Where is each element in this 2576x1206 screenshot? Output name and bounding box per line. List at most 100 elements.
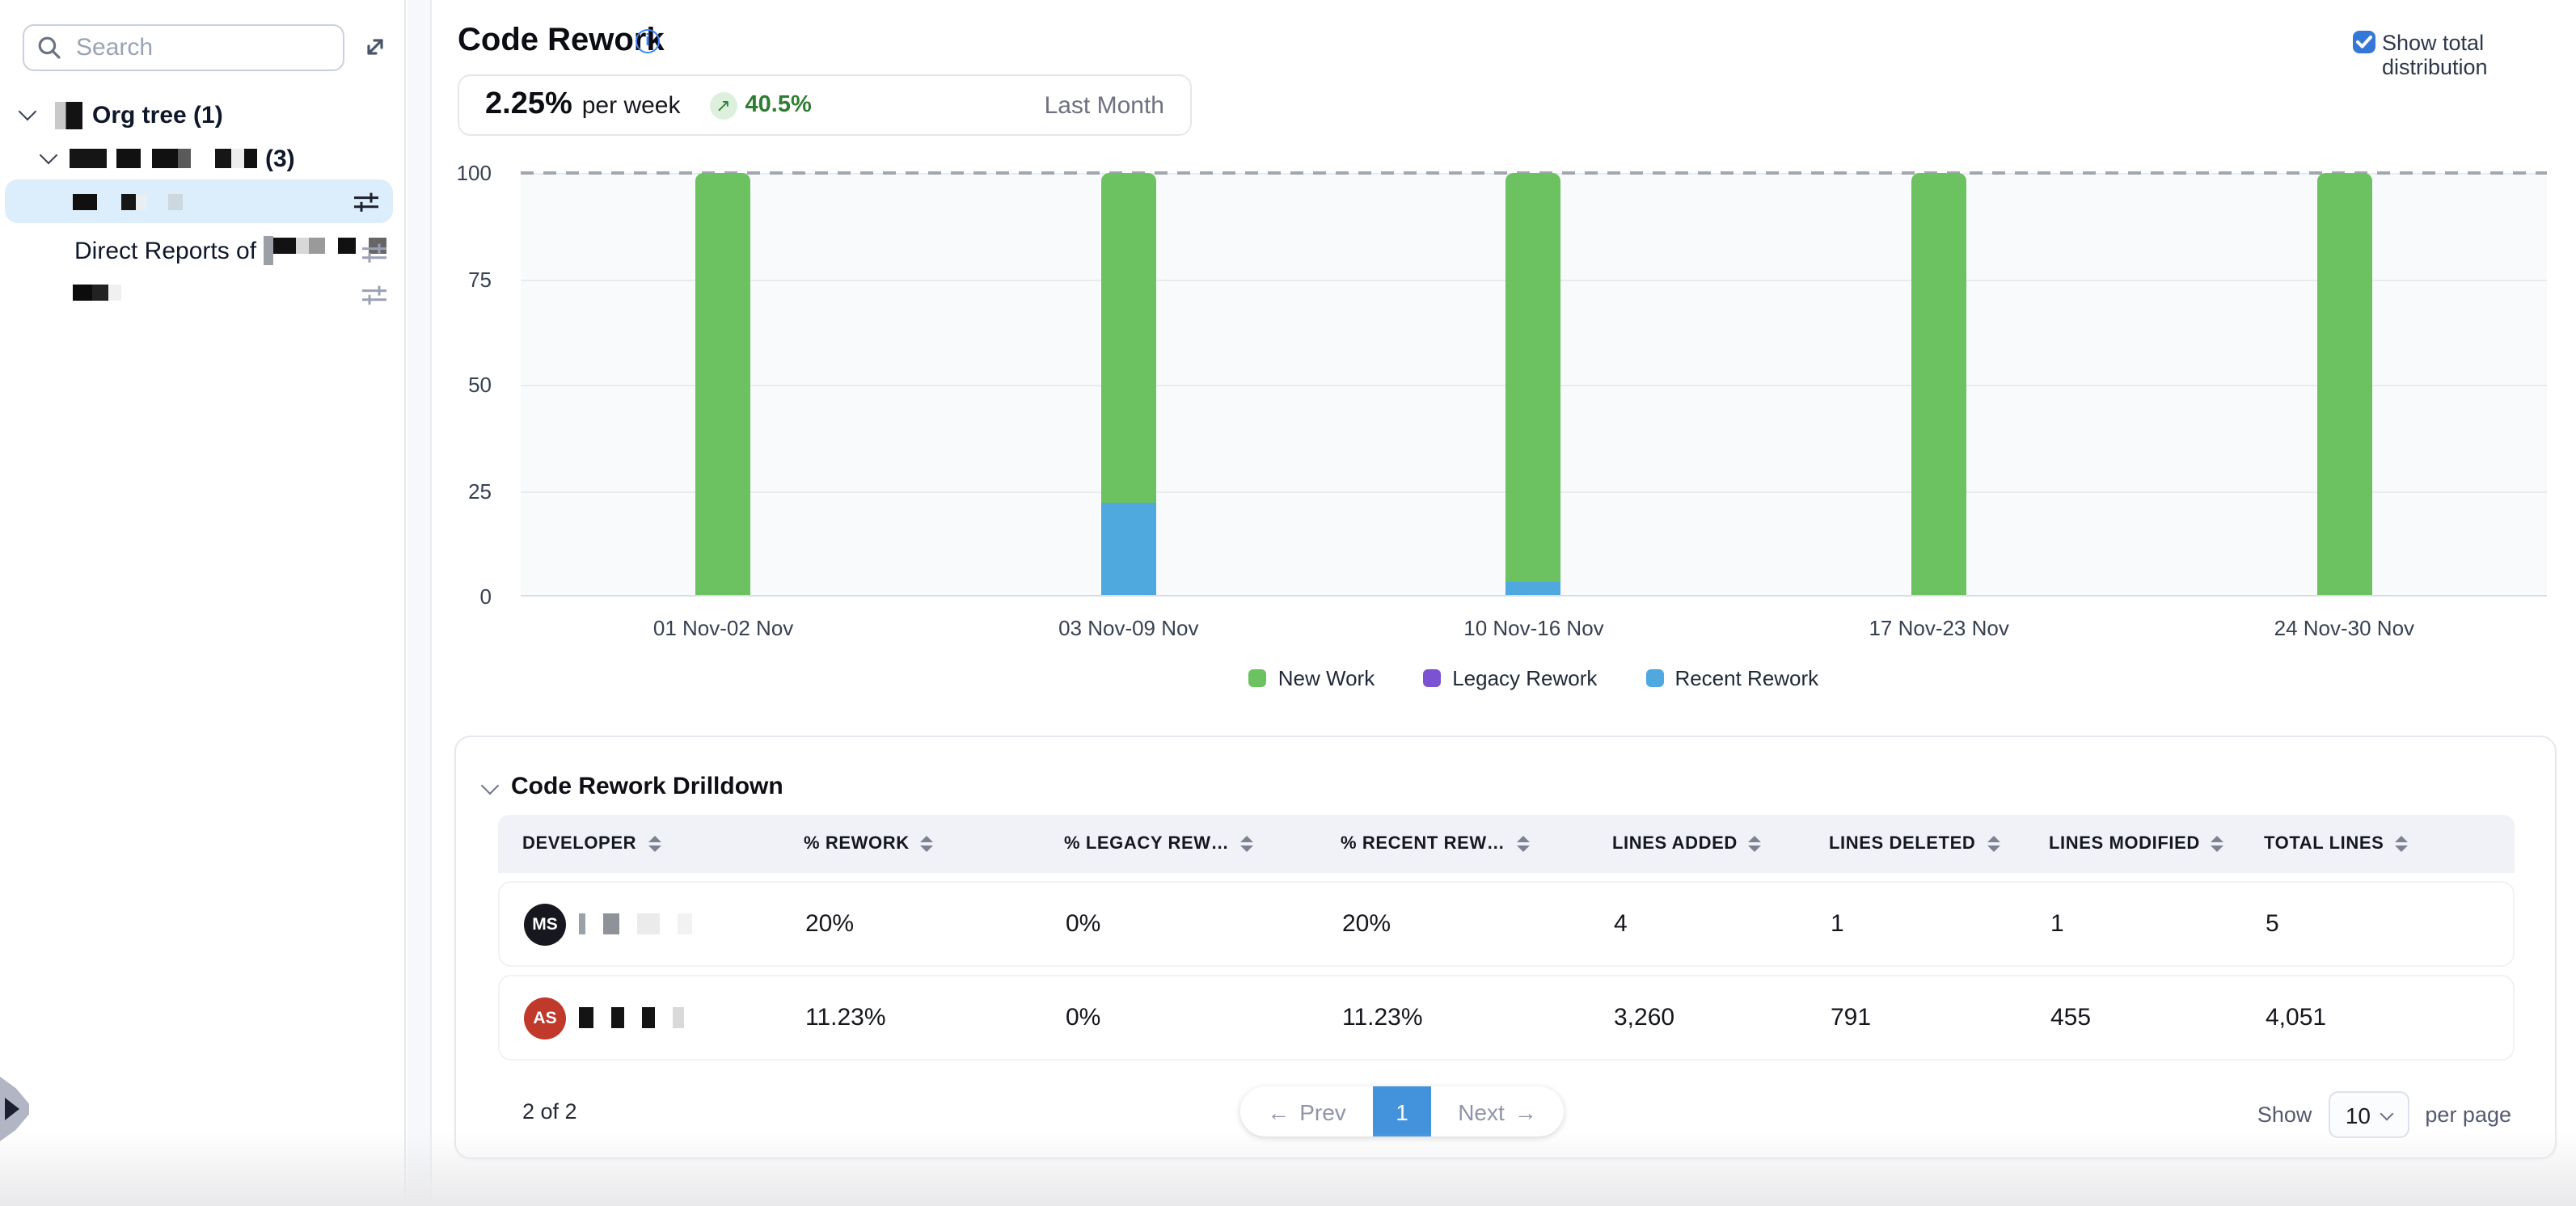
table-cell: 791 bbox=[1831, 1004, 2050, 1031]
table-cell: 3,260 bbox=[1614, 1004, 1831, 1031]
column-header[interactable]: Lines Deleted bbox=[1829, 834, 2049, 854]
per-page-label: per page bbox=[2425, 1103, 2511, 1127]
sort-icon[interactable] bbox=[1240, 836, 1253, 852]
sort-icon[interactable] bbox=[2211, 836, 2224, 852]
avatar: AS bbox=[524, 997, 566, 1039]
table-row[interactable]: MS20%0%20%4115 bbox=[498, 881, 2515, 967]
rework-rate-value: 2.25% bbox=[485, 87, 572, 123]
column-header-label: % Rework bbox=[804, 834, 910, 854]
sort-icon[interactable] bbox=[1987, 836, 2000, 852]
y-tick-label: 0 bbox=[480, 584, 492, 609]
tree-row-direct-reports[interactable]: Direct Reports of bbox=[74, 233, 393, 268]
next-page-button[interactable]: Next → bbox=[1431, 1086, 1564, 1136]
column-header[interactable]: % Rework bbox=[804, 834, 1064, 854]
sort-icon[interactable] bbox=[1516, 836, 1529, 852]
redacted-name-block bbox=[295, 237, 308, 253]
tree-row-member[interactable] bbox=[73, 278, 121, 307]
sort-icon[interactable] bbox=[648, 836, 661, 852]
bar-slot bbox=[1737, 173, 2142, 595]
y-tick-label: 25 bbox=[468, 479, 492, 503]
chart-plot bbox=[521, 173, 2547, 597]
current-page-button[interactable]: 1 bbox=[1373, 1086, 1431, 1136]
expand-sidebar-icon[interactable] bbox=[361, 32, 390, 61]
page-size-value: 10 bbox=[2346, 1102, 2371, 1128]
page-size-control: Show 10 per page bbox=[2257, 1091, 2511, 1138]
chevron-down-icon[interactable] bbox=[19, 103, 37, 121]
column-header[interactable]: Lines Added bbox=[1612, 834, 1829, 854]
filter-sliders-icon[interactable] bbox=[362, 242, 386, 264]
drilldown-title: Code Rework Drilldown bbox=[511, 773, 783, 800]
direct-reports-label: Direct Reports of bbox=[74, 237, 256, 264]
app-window: Org tree (1) (3) Direct Reports of bbox=[0, 0, 2576, 1206]
tree-row-selected[interactable] bbox=[5, 179, 393, 223]
legend-label: New Work bbox=[1278, 666, 1375, 690]
bar-segment-new-work[interactable] bbox=[2316, 173, 2371, 595]
column-header[interactable]: Lines Modified bbox=[2049, 834, 2264, 854]
table-cell: 0% bbox=[1066, 910, 1342, 938]
stacked-bar[interactable] bbox=[2316, 173, 2371, 595]
legend-item[interactable]: Legacy Rework bbox=[1423, 666, 1597, 690]
x-tick-label: 03 Nov-09 Nov bbox=[926, 616, 1331, 640]
redacted-name-block bbox=[152, 149, 178, 168]
column-header[interactable]: % Legacy Rew… bbox=[1064, 834, 1341, 854]
sort-icon[interactable] bbox=[921, 836, 934, 852]
developer-cell: MS bbox=[524, 903, 805, 945]
chart-legend: New Work Legacy Rework Recent Rework bbox=[521, 666, 2547, 690]
bar-segment-new-work[interactable] bbox=[696, 173, 751, 595]
redacted-name-block bbox=[121, 194, 136, 210]
redacted-name-block bbox=[337, 237, 355, 253]
sort-icon[interactable] bbox=[1749, 836, 1762, 852]
bar-segment-new-work[interactable] bbox=[1101, 173, 1156, 502]
filter-sliders-icon[interactable] bbox=[362, 285, 386, 306]
stacked-bar[interactable] bbox=[1911, 173, 1966, 595]
rework-stat-card: 2.25% per week ↗ 40.5% Last Month bbox=[458, 74, 1192, 136]
column-header[interactable]: Total Lines bbox=[2264, 834, 2490, 854]
tree-row-org[interactable]: Org tree (1) bbox=[21, 97, 223, 133]
bar-slot bbox=[2142, 173, 2547, 595]
chevron-down-icon[interactable] bbox=[481, 776, 500, 795]
column-header[interactable]: Developer bbox=[522, 834, 804, 854]
stacked-bar[interactable] bbox=[1101, 173, 1156, 595]
bar-segment-recent-rework[interactable] bbox=[1506, 582, 1561, 595]
redacted-name-block bbox=[215, 149, 231, 168]
bar-segment-recent-rework[interactable] bbox=[1101, 502, 1156, 595]
filter-sliders-icon[interactable] bbox=[354, 191, 378, 212]
developer-cell: AS bbox=[524, 997, 805, 1039]
chart-bars bbox=[521, 173, 2547, 595]
chevron-down-icon[interactable] bbox=[40, 146, 58, 165]
show-total-distribution-checkbox[interactable] bbox=[2353, 31, 2375, 53]
bar-segment-new-work[interactable] bbox=[1506, 173, 1561, 582]
redacted-name-block bbox=[244, 149, 257, 168]
redacted-name-block bbox=[642, 1007, 655, 1028]
info-icon[interactable]: i bbox=[636, 29, 660, 53]
table-cell: 1 bbox=[1831, 910, 2050, 938]
change-percent: 40.5% bbox=[745, 92, 812, 118]
rework-rate-unit: per week bbox=[582, 91, 681, 119]
legend-item[interactable]: Recent Rework bbox=[1645, 666, 1818, 690]
table-cell: 20% bbox=[805, 910, 1066, 938]
legend-label: Legacy Rework bbox=[1452, 666, 1597, 690]
table-cell: 11.23% bbox=[1342, 1004, 1614, 1031]
sort-icon[interactable] bbox=[2395, 836, 2408, 852]
table-row[interactable]: AS11.23%0%11.23%3,2607914554,051 bbox=[498, 975, 2515, 1061]
bar-slot bbox=[1331, 173, 1736, 595]
redacted-name-block bbox=[579, 1007, 593, 1028]
prev-label: Prev bbox=[1299, 1098, 1346, 1124]
page-size-select[interactable]: 10 bbox=[2328, 1091, 2409, 1138]
column-header-label: Lines Deleted bbox=[1829, 834, 1975, 854]
sidebar-collapse-handle[interactable] bbox=[0, 1077, 29, 1141]
legend-item[interactable]: New Work bbox=[1249, 666, 1375, 690]
column-header[interactable]: % Recent Rew… bbox=[1341, 834, 1612, 854]
bar-segment-new-work[interactable] bbox=[1911, 173, 1966, 595]
stacked-bar[interactable] bbox=[1506, 173, 1561, 595]
show-label: Show bbox=[2257, 1103, 2312, 1127]
search-input[interactable] bbox=[73, 32, 330, 63]
tree-row-group[interactable]: (3) bbox=[42, 141, 295, 176]
legend-swatch bbox=[1645, 669, 1663, 687]
prev-page-button[interactable]: ← Prev bbox=[1240, 1086, 1373, 1136]
search-box[interactable] bbox=[23, 24, 344, 71]
drilldown-header[interactable]: Code Rework Drilldown bbox=[484, 773, 783, 800]
redacted-name-block bbox=[673, 1007, 684, 1028]
x-tick-label: 10 Nov-16 Nov bbox=[1331, 616, 1736, 640]
stacked-bar[interactable] bbox=[696, 173, 751, 595]
